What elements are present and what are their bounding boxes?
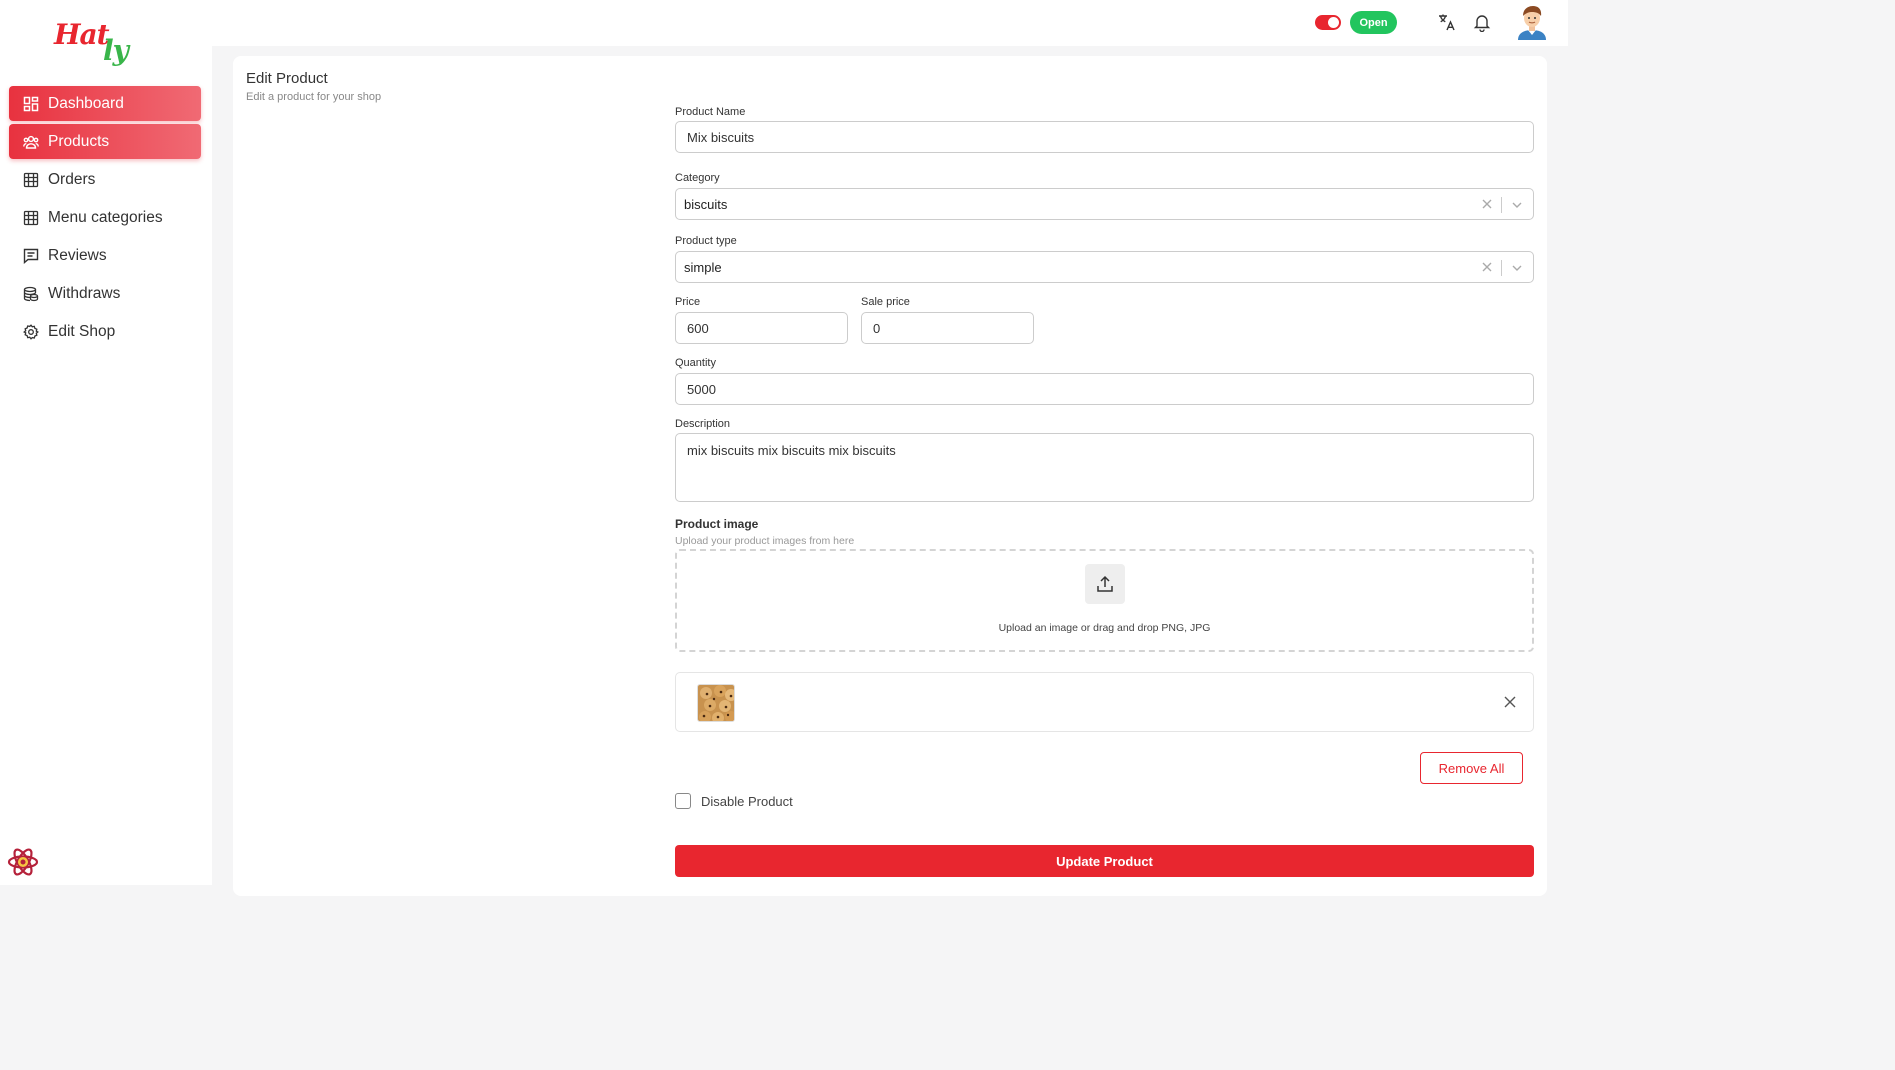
sidebar-nav: Dashboard Products Orders Menu categorie… — [9, 86, 201, 352]
sidebar-item-label: Dashboard — [48, 94, 124, 112]
price-input[interactable]: 600 — [675, 312, 848, 344]
sidebar-item-edit-shop[interactable]: Edit Shop — [9, 314, 201, 349]
upload-icon — [1097, 575, 1113, 592]
logo-text-ly: ly — [103, 34, 129, 67]
update-product-button[interactable]: Update Product — [675, 845, 1534, 877]
translate-icon[interactable] — [1437, 12, 1457, 32]
description-textarea[interactable]: mix biscuits mix biscuits mix biscuits — [675, 433, 1534, 502]
sidebar-item-label: Withdraws — [48, 284, 121, 302]
uploaded-images-list — [675, 672, 1534, 732]
sidebar-item-orders[interactable]: Orders — [9, 162, 201, 197]
dashboard-icon — [23, 96, 39, 112]
hatly-logo[interactable]: Hat ly — [54, 18, 144, 68]
users-icon — [23, 134, 39, 150]
sidebar-item-withdraws[interactable]: Withdraws — [9, 276, 201, 311]
category-select[interactable]: biscuits — [675, 188, 1534, 220]
disable-product-checkbox[interactable] — [675, 793, 691, 809]
product-name-label: Product Name — [675, 106, 746, 118]
logo-text-hat: Hat — [54, 18, 110, 51]
edit-product-card: Edit Product Edit a product for your sho… — [233, 56, 1547, 896]
product-name-input[interactable]: Mix biscuits — [675, 121, 1534, 153]
sidebar-item-products[interactable]: Products — [9, 124, 201, 159]
description-label: Description — [675, 418, 731, 430]
remove-all-button[interactable]: Remove All — [1420, 752, 1523, 784]
page-title: Edit Product — [246, 70, 328, 87]
sidebar-item-label: Edit Shop — [48, 322, 116, 340]
product-image-subtitle: Upload your product images from here — [675, 535, 855, 547]
bell-icon[interactable] — [1472, 12, 1492, 33]
sidebar: Hat ly Dashboard Products Orders Menu ca… — [0, 0, 212, 885]
select-separator — [1501, 260, 1502, 276]
sidebar-item-menu-categories[interactable]: Menu categories — [9, 200, 201, 235]
sidebar-item-dashboard[interactable]: Dashboard — [9, 86, 201, 121]
message-icon — [23, 248, 39, 264]
sidebar-item-label: Menu categories — [48, 208, 163, 226]
store-icon — [23, 210, 39, 226]
clear-icon[interactable] — [1480, 197, 1494, 211]
product-thumbnail[interactable] — [697, 684, 735, 722]
price-label: Price — [675, 296, 701, 308]
product-type-label: Product type — [675, 235, 737, 247]
page-subtitle: Edit a product for your shop — [246, 91, 382, 103]
disable-product-label[interactable]: Disable Product — [701, 794, 793, 809]
shop-status-toggle[interactable] — [1315, 15, 1341, 30]
gear-icon — [23, 323, 39, 340]
chevron-down-icon[interactable] — [1510, 261, 1524, 275]
select-separator — [1501, 197, 1502, 213]
sidebar-item-label: Products — [48, 132, 110, 150]
sidebar-item-reviews[interactable]: Reviews — [9, 238, 201, 273]
user-avatar[interactable] — [1515, 4, 1549, 40]
quantity-label: Quantity — [675, 357, 716, 369]
product-image-title: Product image — [675, 517, 759, 531]
product-type-select[interactable]: simple — [675, 251, 1534, 283]
shop-status-badge: Open — [1350, 11, 1397, 34]
category-value: biscuits — [684, 196, 728, 212]
react-devtools-icon[interactable] — [6, 845, 40, 879]
remove-image-icon[interactable] — [1503, 695, 1517, 709]
store-icon — [23, 172, 39, 188]
upload-button[interactable] — [1085, 564, 1125, 604]
category-label: Category — [675, 172, 720, 184]
sidebar-item-label: Reviews — [48, 246, 107, 264]
quantity-input[interactable]: 5000 — [675, 373, 1534, 405]
product-type-value: simple — [684, 259, 722, 275]
sale-price-label: Sale price — [861, 296, 910, 308]
sale-price-input[interactable]: 0 — [861, 312, 1034, 344]
sidebar-item-label: Orders — [48, 170, 96, 188]
upload-hint: Upload an image or drag and drop PNG, JP… — [998, 622, 1211, 634]
image-dropzone[interactable]: Upload an image or drag and drop PNG, JP… — [675, 549, 1534, 652]
clear-icon[interactable] — [1480, 260, 1494, 274]
coins-icon — [23, 286, 39, 302]
chevron-down-icon[interactable] — [1510, 198, 1524, 212]
